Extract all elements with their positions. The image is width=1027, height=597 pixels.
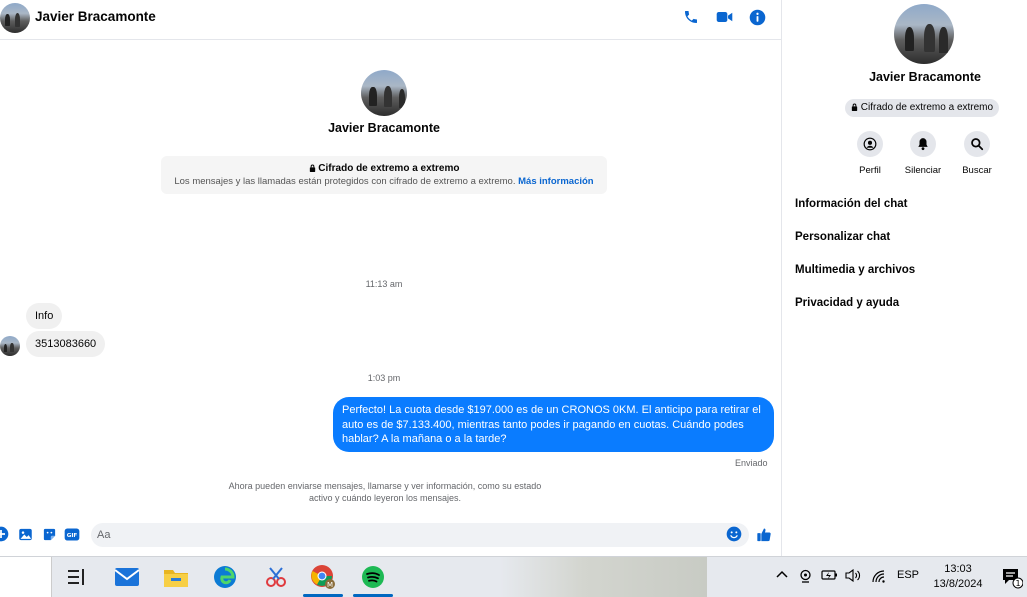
more-actions-button[interactable] <box>0 526 9 542</box>
plus-circle-icon <box>0 526 9 542</box>
screen: Javier Bracamonte Javier Bracamonte Cifr… <box>0 0 1027 597</box>
chrome-icon: M <box>311 565 335 589</box>
lock-icon <box>309 164 315 172</box>
show-hidden-icons-button[interactable] <box>776 569 788 582</box>
task-view-button[interactable] <box>63 563 91 591</box>
mute-label: Silenciar <box>904 165 942 176</box>
gif-icon: GIF <box>64 528 80 540</box>
scissors-icon <box>266 567 286 587</box>
panel-contact-name: Javier Bracamonte <box>869 70 981 84</box>
battery-tray[interactable] <box>821 569 838 584</box>
search-button[interactable]: Buscar <box>947 131 1007 176</box>
spotify-app[interactable] <box>359 563 387 591</box>
spotify-icon <box>362 566 384 588</box>
info-icon <box>749 9 765 25</box>
message-input[interactable] <box>91 523 749 547</box>
chrome-profile-badge: M <box>327 581 333 589</box>
battery-charging-icon <box>821 570 837 580</box>
phone-icon <box>685 11 697 23</box>
contact-name[interactable]: Javier Bracamonte <box>35 9 156 24</box>
incoming-message[interactable]: 3513083660 <box>26 331 106 357</box>
search-icon <box>964 131 990 157</box>
lock-icon <box>851 103 858 111</box>
intro-contact-name: Javier Bracamonte <box>328 121 440 135</box>
taskbar-search-area[interactable] <box>0 557 52 597</box>
composer: GIF <box>0 520 781 550</box>
speaker-icon <box>845 568 860 583</box>
encryption-title: Cifrado de extremo a extremo <box>161 163 607 174</box>
notification-center-button[interactable]: 1 <box>1001 567 1024 592</box>
meet-now-tray[interactable] <box>799 569 812 586</box>
chat-header: Javier Bracamonte <box>0 0 781 40</box>
profile-button[interactable]: Perfil <box>840 131 900 176</box>
contact-avatar[interactable] <box>0 3 30 33</box>
chat-area: Javier Bracamonte Javier Bracamonte Cifr… <box>0 0 781 556</box>
encryption-description-text: Los mensajes y las llamadas están proteg… <box>174 176 516 187</box>
notification-icon: 1 <box>1003 569 1024 589</box>
profile-icon <box>857 131 883 157</box>
outgoing-message[interactable]: Perfecto! La cuota desde $197.000 es de … <box>333 397 774 452</box>
gif-label: GIF <box>67 533 78 539</box>
webcam-icon <box>800 569 811 583</box>
volume-tray[interactable] <box>845 568 862 585</box>
menu-customize-chat[interactable]: Personalizar chat <box>795 231 890 243</box>
file-explorer-app[interactable] <box>162 563 190 591</box>
message-timestamp: 11:13 am <box>365 279 403 289</box>
encryption-badge-text: Cifrado de extremo a extremo <box>860 102 994 113</box>
panel-avatar[interactable] <box>894 4 954 64</box>
intro-avatar <box>361 70 407 116</box>
desktop-peek-area <box>500 557 707 597</box>
mail-app[interactable] <box>113 563 141 591</box>
chrome-app[interactable]: M <box>309 563 337 591</box>
menu-media-files[interactable]: Multimedia y archivos <box>795 264 915 276</box>
learn-more-link[interactable]: Más información <box>518 176 594 187</box>
attach-image-button[interactable] <box>17 526 33 542</box>
call-button[interactable] <box>681 7 701 27</box>
clock-time: 13:03 <box>944 563 972 575</box>
sticker-button[interactable] <box>41 526 57 542</box>
wifi-icon <box>872 570 885 583</box>
info-button[interactable] <box>747 7 767 27</box>
taskbar: M ESP 13:03 13/8/2024 1 <box>0 556 1027 597</box>
network-tray[interactable] <box>871 569 887 586</box>
sent-status: Enviado <box>735 458 768 468</box>
profile-label: Perfil <box>859 165 881 176</box>
message-timestamp: 1:03 pm <box>367 373 401 383</box>
clock-date: 13/8/2024 <box>933 578 983 590</box>
edge-app[interactable] <box>211 563 239 591</box>
mail-icon <box>114 568 140 586</box>
like-button[interactable] <box>756 526 772 542</box>
emoji-button[interactable] <box>726 526 742 542</box>
snipping-tool-app[interactable] <box>262 563 290 591</box>
mute-button[interactable]: Silenciar <box>893 131 953 176</box>
video-camera-icon <box>716 12 732 22</box>
menu-privacy-help[interactable]: Privacidad y ayuda <box>795 297 899 309</box>
notification-count: 1 <box>1015 579 1020 588</box>
incoming-message[interactable]: Info <box>26 303 63 329</box>
connection-notice: Ahora pueden enviarse mensajes, llamarse… <box>228 481 542 503</box>
encryption-description: Los mensajes y las llamadas están proteg… <box>161 176 607 187</box>
input-language[interactable]: ESP <box>897 569 919 581</box>
message-avatar <box>0 336 20 356</box>
image-icon <box>18 528 32 540</box>
video-call-button[interactable] <box>714 7 734 27</box>
gif-button[interactable]: GIF <box>64 526 80 542</box>
thumbs-up-icon <box>757 528 771 541</box>
edge-icon <box>214 566 236 588</box>
sticker-icon <box>43 528 55 540</box>
folder-icon <box>164 570 188 587</box>
search-label: Buscar <box>962 165 992 176</box>
chat-details-panel: Javier Bracamonte Cifrado de extremo a e… <box>781 0 1027 556</box>
chevron-up-icon <box>776 570 788 578</box>
encryption-badge[interactable]: Cifrado de extremo a extremo <box>845 99 1000 117</box>
encryption-notice: Cifrado de extremo a extremo Los mensaje… <box>161 156 607 194</box>
menu-chat-info[interactable]: Información del chat <box>795 198 907 210</box>
task-view-icon <box>68 569 84 585</box>
taskbar-clock[interactable]: 13:03 13/8/2024 <box>925 562 991 592</box>
bell-icon <box>910 131 936 157</box>
smiley-icon <box>726 526 742 542</box>
encryption-title-text: Cifrado de extremo a extremo <box>318 163 460 174</box>
